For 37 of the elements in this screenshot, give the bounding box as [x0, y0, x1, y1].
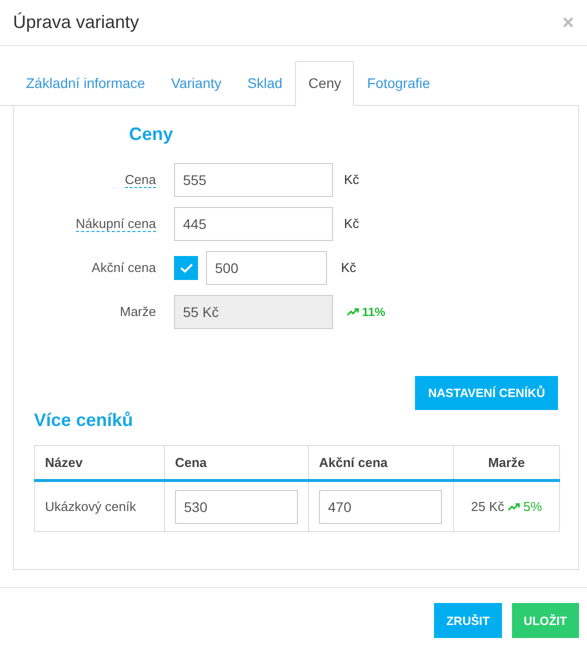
section-heading: Více ceníků — [34, 410, 134, 432]
trend-up-icon — [508, 502, 520, 511]
input-field[interactable]: 555 — [174, 162, 333, 197]
input-field[interactable]: 530 — [175, 490, 298, 524]
table-cell: Ukázkový ceník — [34, 480, 164, 532]
input-field[interactable]: 500 — [206, 250, 327, 285]
unit-label: Kč — [341, 258, 356, 277]
tab[interactable]: Základní informace — [13, 61, 158, 106]
section-heading: Ceny — [129, 124, 174, 146]
field-label: Cena — [124, 172, 156, 188]
unit-label: Kč — [344, 170, 360, 189]
tab[interactable]: Varianty — [158, 61, 234, 106]
column-header: Marže — [454, 446, 560, 481]
unit-label: Kč — [344, 214, 360, 233]
close-button[interactable]: × — [562, 8, 574, 38]
column-header: Cena — [164, 446, 308, 481]
column-header: Akční cena — [308, 446, 454, 481]
margin-percent: 5% — [523, 498, 542, 516]
column-header: Název — [34, 446, 164, 481]
input-field[interactable]: 445 — [174, 206, 333, 241]
input-field[interactable]: 55 Kč — [174, 294, 333, 329]
cancel-button[interactable]: ZRUŠIT — [434, 603, 502, 638]
field-label: Nákupní cena — [76, 216, 156, 232]
trend-up-icon — [347, 308, 359, 316]
margin-value: 25 Kč — [470, 498, 504, 516]
tab[interactable]: Fotografie — [354, 61, 444, 106]
window-title: Úprava varianty — [13, 11, 140, 34]
margin-percent: 11% — [362, 304, 386, 321]
checkbox[interactable] — [174, 256, 198, 280]
field-label: Akční cena — [92, 260, 156, 275]
tab[interactable]: Ceny — [295, 61, 354, 106]
check-icon — [180, 262, 192, 273]
input-field[interactable]: 470 — [319, 490, 442, 524]
tab[interactable]: Sklad — [234, 61, 296, 106]
field-label: Marže — [120, 304, 156, 319]
pricelist-settings-button[interactable]: NASTAVENÍ CENÍKŮ — [415, 376, 558, 410]
save-button[interactable]: ULOŽIT — [512, 603, 579, 638]
